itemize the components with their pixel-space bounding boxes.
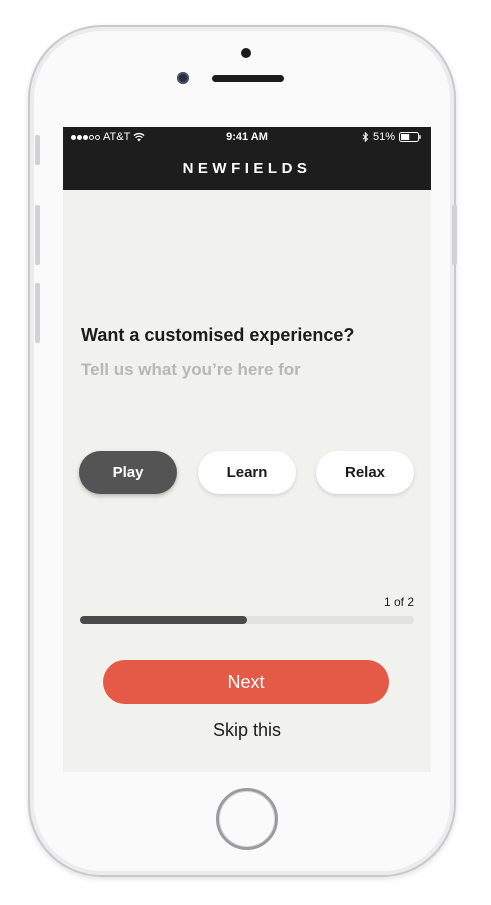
battery-percent: 51% [372, 131, 395, 143]
volume-up-button [35, 205, 40, 265]
bluetooth-icon [362, 132, 369, 142]
status-bar: AT&T 9:41 AM 51% [63, 127, 431, 147]
app-screen: AT&T 9:41 AM 51% NEWFIELDS Want a custom… [63, 127, 431, 772]
progress-bar [80, 616, 414, 624]
app-header: NEWFIELDS [63, 147, 431, 190]
mute-switch [35, 135, 40, 165]
option-learn-button[interactable]: Learn [198, 451, 296, 494]
home-button[interactable] [216, 788, 278, 850]
skip-link[interactable]: Skip this [63, 720, 431, 741]
option-play-button[interactable]: Play [79, 451, 177, 494]
page-subtitle: Tell us what you’re here for [81, 360, 301, 379]
power-button [452, 205, 457, 265]
volume-down-button [35, 283, 40, 343]
step-counter: 1 of 2 [383, 595, 414, 609]
next-button[interactable]: Next [103, 660, 389, 704]
app-title: NEWFIELDS [182, 160, 312, 177]
earpiece-speaker [212, 75, 284, 82]
page-title: Want a customised experience? [81, 325, 355, 345]
sensor-dot [241, 48, 251, 58]
progress-bar-fill [80, 616, 247, 624]
status-bar-right: 51% [362, 131, 421, 143]
battery-icon [399, 132, 421, 142]
front-camera [177, 72, 189, 84]
option-relax-button[interactable]: Relax [316, 451, 414, 494]
